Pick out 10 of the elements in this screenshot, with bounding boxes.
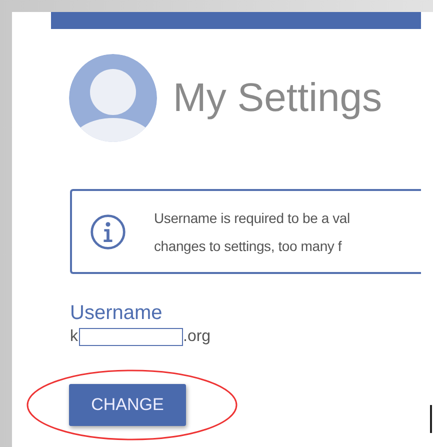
change-button[interactable]: CHANGE [69,384,186,426]
username-label: Username [70,302,164,325]
page-title: My Settings [173,76,382,120]
info-icon [89,212,127,250]
notice-text: changes to settings, too many f [154,238,343,254]
username-value: k [70,328,78,346]
username-value: .org [183,328,211,346]
avatar-icon [69,54,157,142]
notice-text: Username is required to be a val [154,210,350,226]
text-cursor [430,405,432,433]
